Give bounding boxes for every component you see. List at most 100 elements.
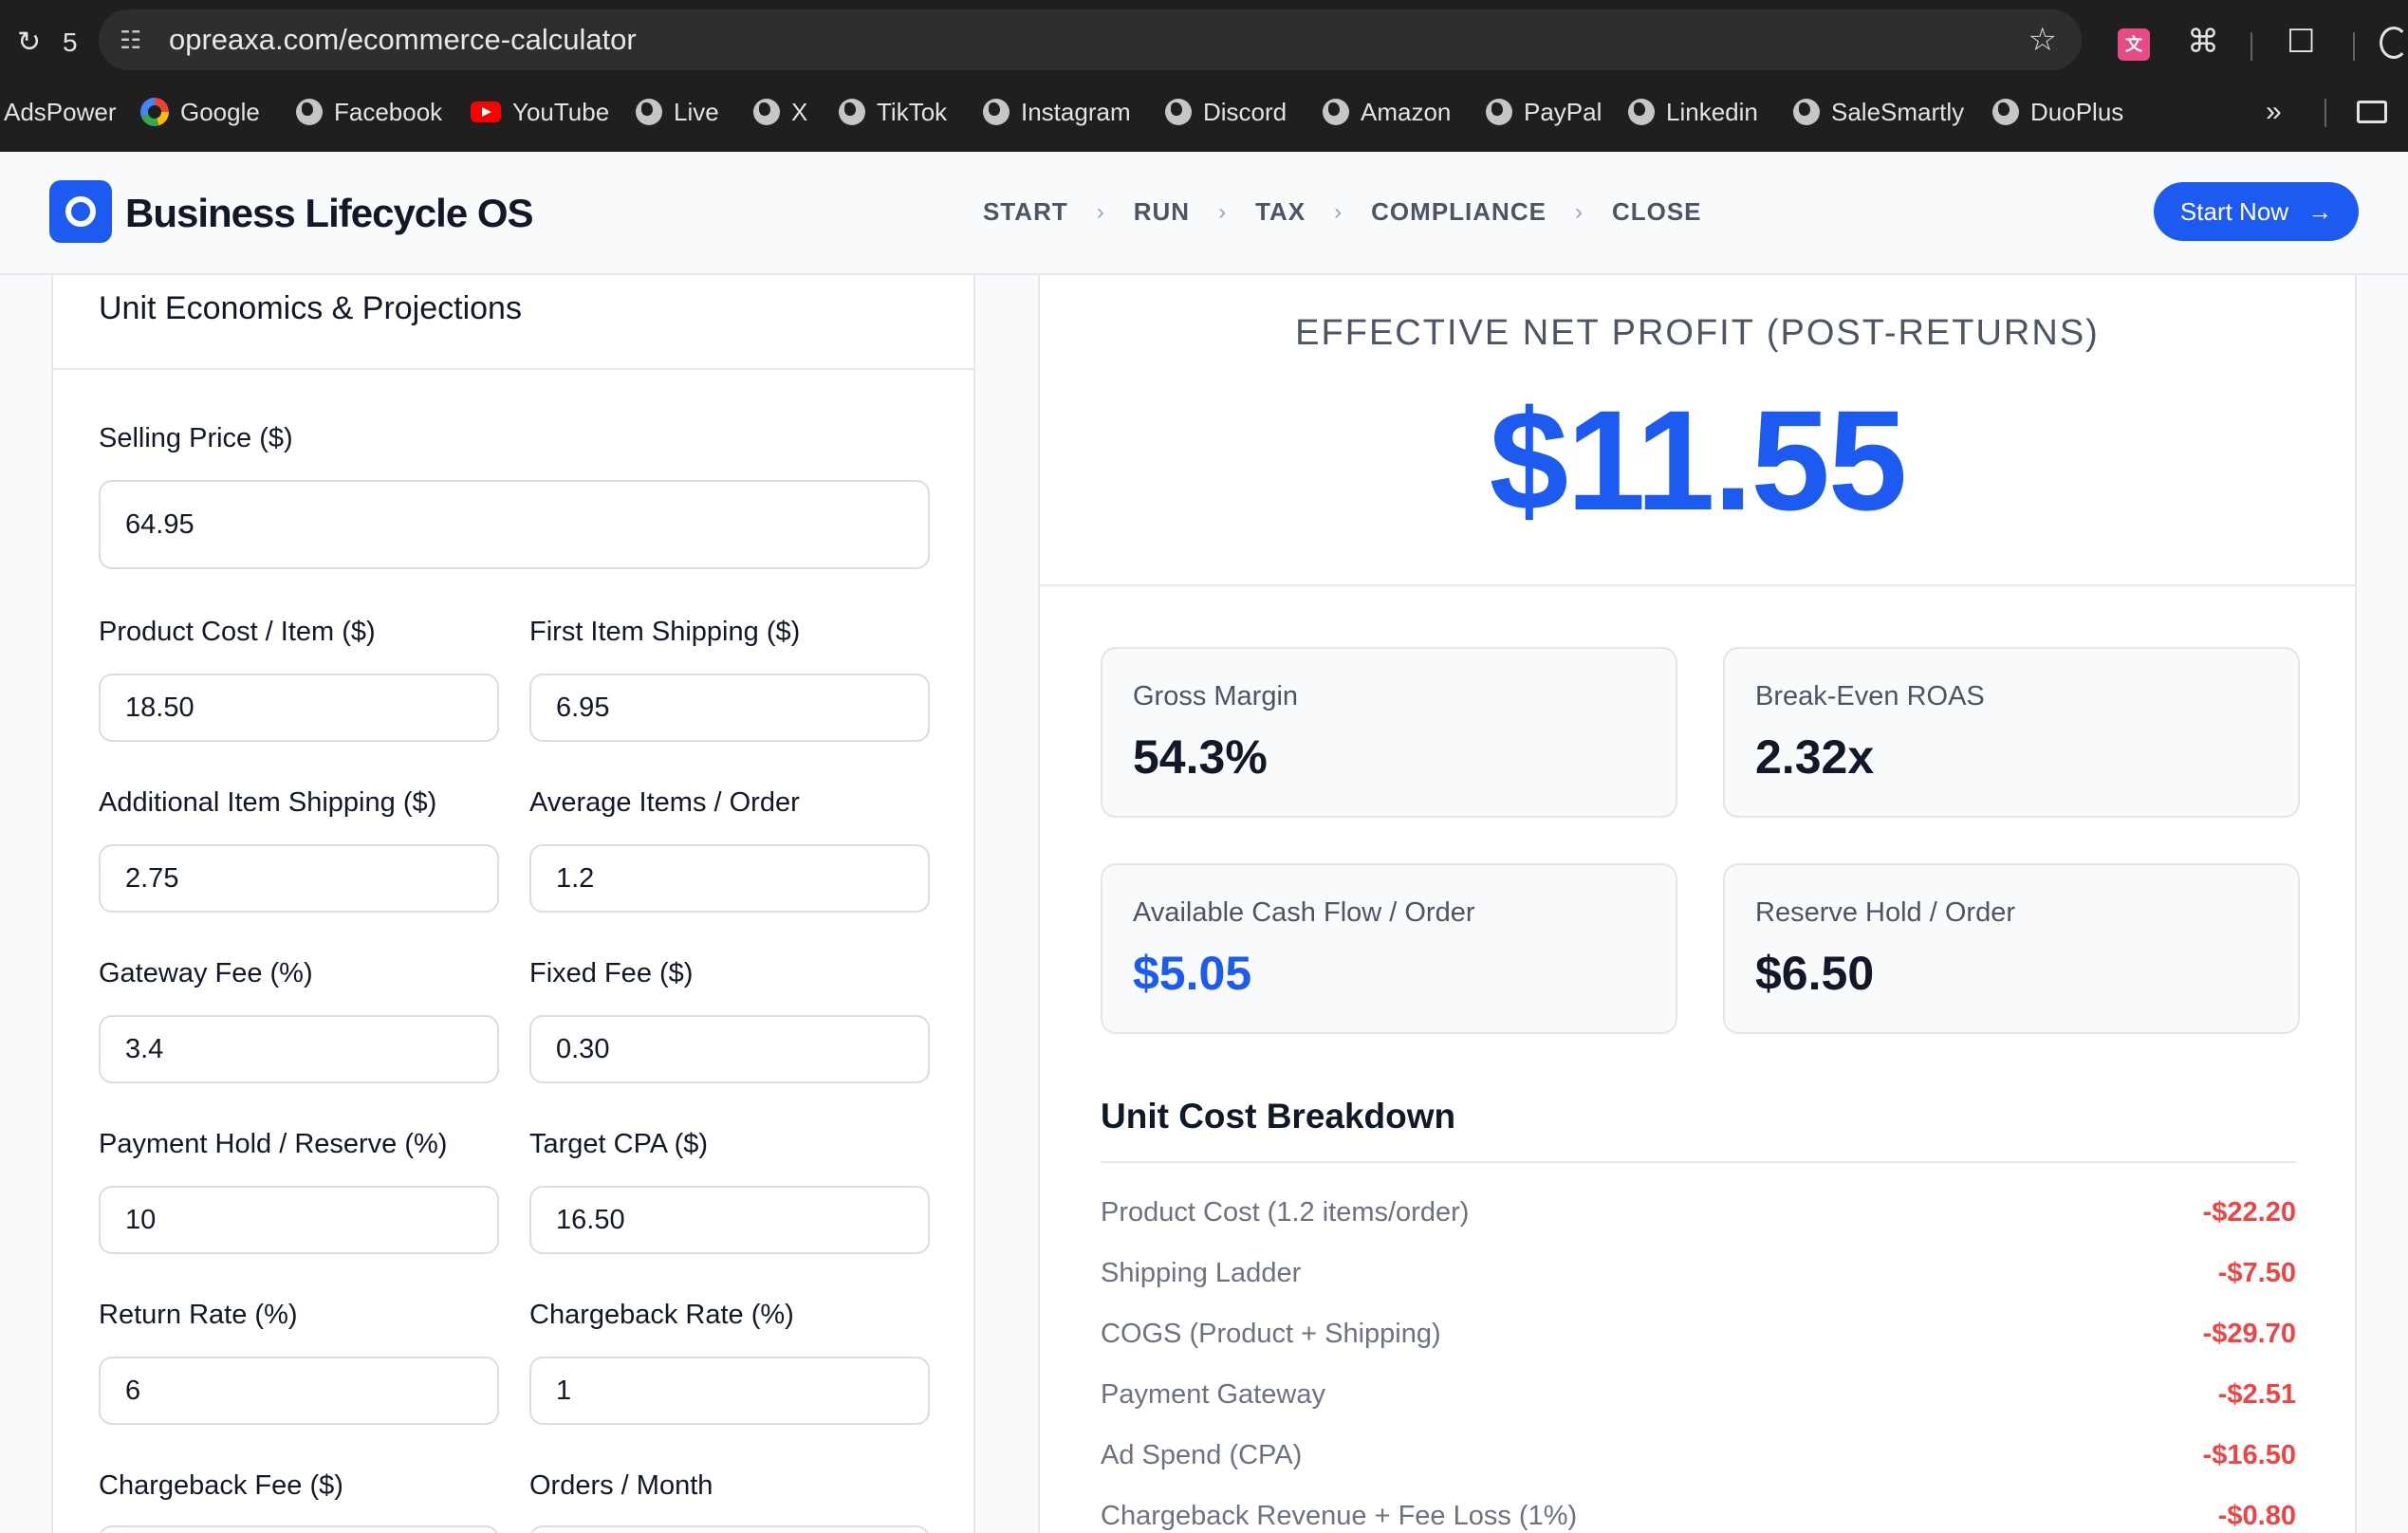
bookmark-separator	[2325, 99, 2326, 127]
translate-extension-icon[interactable]: 文	[2118, 28, 2150, 61]
gateway-fee-input[interactable]: 3.4	[99, 1015, 499, 1083]
bookmark-tiktok[interactable]: TikTok	[839, 91, 947, 133]
breakdown-label: Shipping Ladder	[1101, 1258, 1302, 1288]
bookmark-amazon[interactable]: Amazon	[1323, 91, 1451, 133]
breakdown-row: Ad Spend (CPA) -$16.50	[1101, 1440, 2296, 1478]
bookmark-star-icon[interactable]: ☆	[2028, 21, 2057, 59]
breakdown-value: -$0.80	[2217, 1501, 2296, 1531]
breakdown-label: Chargeback Revenue + Fee Loss (1%)	[1101, 1501, 1578, 1531]
additional-item-shipping-label: Additional Item Shipping ($)	[99, 787, 437, 818]
breakdown-label: COGS (Product + Shipping)	[1101, 1319, 1441, 1349]
breakdown-row: Product Cost (1.2 items/order) -$22.20	[1101, 1197, 2296, 1235]
brand-name[interactable]: Business Lifecycle OS	[125, 190, 534, 237]
gateway-fee-label: Gateway Fee (%)	[99, 958, 313, 988]
tab-count[interactable]: 5	[63, 27, 78, 59]
inputs-panel: Unit Economics & Projections Selling Pri…	[51, 275, 975, 1533]
bookmark-youtube[interactable]: YouTube	[471, 91, 609, 133]
bookmark-instagram[interactable]: Instagram	[983, 91, 1131, 133]
orders-per-month-input[interactable]	[529, 1525, 930, 1533]
panel-title: Unit Economics & Projections	[99, 290, 522, 326]
globe-icon	[1793, 99, 1820, 125]
hero-divider	[1040, 584, 2355, 586]
more-bookmarks-icon[interactable]: »	[2266, 91, 2282, 133]
net-profit-value: $11.55	[1489, 380, 1908, 540]
orders-per-month-label: Orders / Month	[529, 1470, 713, 1501]
bookmark-salesmartly[interactable]: SaleSmartly	[1793, 91, 1964, 133]
target-cpa-input[interactable]: 16.50	[529, 1186, 930, 1254]
bookmark-facebook[interactable]: Facebook	[296, 91, 442, 133]
step-compliance[interactable]: COMPLIANCE	[1371, 197, 1547, 227]
average-items-label: Average Items / Order	[529, 787, 800, 818]
bookmark-linkedin[interactable]: Linkedin	[1628, 91, 1758, 133]
additional-item-shipping-input[interactable]: 2.75	[99, 844, 499, 913]
url-text[interactable]: opreaxa.com/ecommerce-calculator	[169, 23, 637, 57]
chargeback-fee-label: Chargeback Fee ($)	[99, 1470, 343, 1501]
bookmark-x[interactable]: X	[753, 91, 807, 133]
globe-icon	[983, 99, 1010, 125]
bookmark-live[interactable]: Live	[636, 91, 719, 133]
payment-hold-input[interactable]: 10	[99, 1186, 499, 1254]
metric-value: 54.3%	[1133, 730, 1268, 784]
youtube-icon	[471, 102, 501, 122]
step-tax[interactable]: TAX	[1255, 197, 1306, 227]
target-cpa-label: Target CPA ($)	[529, 1129, 709, 1159]
extensions-puzzle-icon[interactable]: ⌘	[2187, 23, 2219, 61]
search-tab-icon[interactable]: ☐	[2287, 23, 2315, 61]
breakdown-value: -$29.70	[2202, 1319, 2296, 1349]
first-item-shipping-label: First Item Shipping ($)	[529, 617, 801, 647]
breakdown-row: Shipping Ladder -$7.50	[1101, 1258, 2296, 1296]
lifecycle-steps-nav: START › RUN › TAX › COMPLIANCE › CLOSE	[983, 197, 1702, 227]
first-item-shipping-input[interactable]: 6.95	[529, 674, 930, 742]
metric-value: $5.05	[1133, 947, 1252, 1000]
fixed-fee-input[interactable]: 0.30	[529, 1015, 930, 1083]
chargeback-fee-input[interactable]	[99, 1525, 499, 1533]
globe-icon	[1992, 99, 2019, 125]
start-now-label: Start Now	[2179, 196, 2289, 226]
breakdown-label: Payment Gateway	[1101, 1379, 1325, 1410]
results-panel: EFFECTIVE NET PROFIT (POST-RETURNS) $11.…	[1038, 275, 2357, 1533]
fixed-fee-label: Fixed Fee ($)	[529, 958, 694, 988]
step-close[interactable]: CLOSE	[1612, 197, 1702, 227]
return-rate-input[interactable]: 6	[99, 1357, 499, 1425]
metric-label: Gross Margin	[1133, 681, 1299, 711]
bookmark-duoplus[interactable]: DuoPlus	[1992, 91, 2123, 133]
step-start[interactable]: START	[983, 197, 1068, 227]
selling-price-input[interactable]: 64.95	[99, 480, 930, 569]
bookmark-paypal[interactable]: PayPal	[1486, 91, 1602, 133]
folder-icon[interactable]	[2357, 101, 2387, 123]
chevron-right-icon: ›	[1574, 198, 1584, 225]
globe-icon	[296, 99, 323, 125]
payment-hold-label: Payment Hold / Reserve (%)	[99, 1129, 448, 1159]
google-icon	[140, 98, 169, 126]
globe-icon	[636, 99, 662, 125]
step-run[interactable]: RUN	[1134, 197, 1190, 227]
profile-icon[interactable]	[2380, 27, 2408, 59]
globe-icon	[839, 99, 865, 125]
bookmark-discord[interactable]: Discord	[1165, 91, 1287, 133]
chevron-right-icon: ›	[1218, 198, 1228, 225]
breakdown-value: -$2.51	[2217, 1379, 2296, 1410]
average-items-input[interactable]: 1.2	[529, 844, 930, 913]
chevron-right-icon: ›	[1096, 198, 1105, 225]
bookmark-google[interactable]: Google	[140, 91, 260, 133]
product-cost-input[interactable]: 18.50	[99, 674, 499, 742]
metric-value: 2.32x	[1755, 730, 1875, 784]
reload-icon[interactable]: ↻	[17, 28, 46, 57]
breakdown-value: -$7.50	[2217, 1258, 2296, 1288]
brand-logo-icon[interactable]	[49, 180, 112, 243]
break-even-roas-card: Break-Even ROAS 2.32x	[1723, 647, 2300, 818]
metric-label: Reserve Hold / Order	[1755, 897, 2015, 928]
breakdown-value: -$22.20	[2202, 1197, 2296, 1228]
site-settings-icon[interactable]: ☷	[120, 25, 150, 55]
globe-icon	[1628, 99, 1655, 125]
breakdown-divider	[1101, 1161, 2296, 1163]
cash-flow-card: Available Cash Flow / Order $5.05	[1101, 863, 1677, 1034]
bookmark-adspower[interactable]: AdsPower	[4, 91, 117, 133]
product-cost-label: Product Cost / Item ($)	[99, 617, 376, 647]
chargeback-rate-input[interactable]: 1	[529, 1357, 930, 1425]
address-bar[interactable]: ☷ opreaxa.com/ecommerce-calculator ☆	[99, 9, 2082, 70]
start-now-button[interactable]: Start Now →	[2154, 182, 2359, 241]
breakdown-title: Unit Cost Breakdown	[1101, 1097, 1456, 1136]
globe-icon	[1323, 99, 1349, 125]
globe-icon	[753, 99, 780, 125]
